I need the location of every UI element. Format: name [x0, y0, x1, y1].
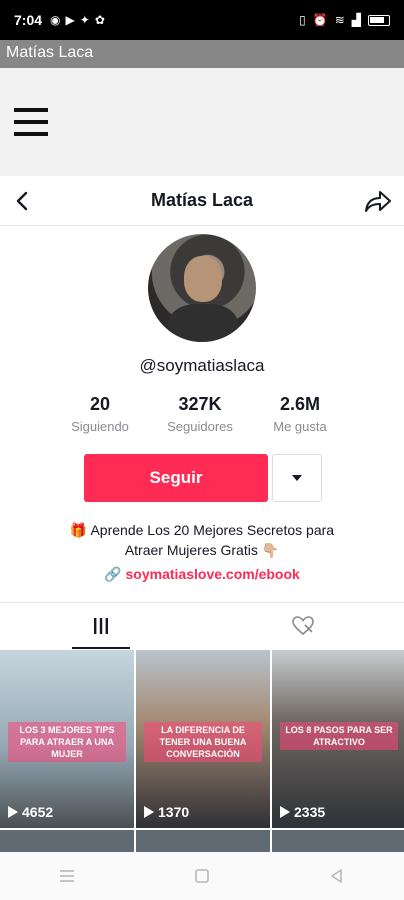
videos-grid-icon — [94, 618, 108, 634]
settings-icon: ✿ — [94, 13, 105, 27]
bio-link[interactable]: 🔗 soymatiaslove.com/ebook — [0, 566, 404, 583]
hamburger-menu-icon[interactable] — [14, 108, 48, 136]
bio-link-text: soymatiaslove.com/ebook — [125, 566, 300, 582]
system-navigation-bar — [0, 852, 404, 900]
profile-header: Matías Laca — [0, 176, 404, 226]
video-thumbnail[interactable]: LOS 3 MEJORES TIPS PARA ATRAER A UNA MUJ… — [0, 650, 134, 828]
video-views: 1370 — [144, 804, 189, 820]
view-count: 1370 — [158, 804, 190, 820]
twitter-icon: ✦ — [79, 13, 90, 27]
play-icon — [280, 806, 290, 818]
stat-value: 2.6M — [279, 394, 321, 414]
window-title: Matías Laca — [0, 40, 404, 68]
stat-label: Siguiendo — [71, 419, 129, 434]
youtube-icon: ▶ — [65, 13, 75, 27]
profile-stats: 20 Siguiendo 327K Seguidores 2.6M Me gus… — [50, 394, 350, 434]
video-grid-next-row — [0, 830, 404, 852]
video-grid: LOS 3 MEJORES TIPS PARA ATRAER A UNA MUJ… — [0, 650, 404, 828]
vibrate-icon: ▯ — [299, 13, 306, 27]
chevron-left-icon[interactable] — [12, 189, 34, 213]
home-icon[interactable] — [193, 867, 211, 885]
video-caption: LA DIFERENCIA DE TENER UNA BUENA CONVERS… — [144, 722, 262, 762]
video-thumbnail[interactable] — [136, 830, 270, 852]
video-thumbnail[interactable] — [0, 830, 134, 852]
app-toolbar — [0, 68, 404, 176]
page-title: Matías Laca — [150, 190, 254, 210]
bio-line: Atraer Mujeres Gratis 👇🏼 — [124, 542, 280, 558]
alarm-icon: ⏰ — [312, 13, 328, 27]
wifi-icon: ≋ — [334, 13, 345, 27]
bio: 🎁 Aprende Los 20 Mejores Secretos para A… — [0, 520, 404, 560]
view-count: 4652 — [22, 804, 54, 820]
profile-tabs — [0, 602, 404, 649]
recent-apps-icon[interactable] — [58, 867, 76, 885]
username: @soymatiaslaca — [139, 356, 265, 375]
video-thumbnail[interactable] — [272, 830, 404, 852]
battery-icon — [368, 14, 390, 26]
stat-likes[interactable]: 2.6M Me gusta — [250, 394, 350, 434]
play-icon — [144, 806, 154, 818]
avatar[interactable] — [148, 234, 256, 342]
video-thumbnail[interactable]: LA DIFERENCIA DE TENER UNA BUENA CONVERS… — [136, 650, 270, 828]
video-views: 2335 — [280, 804, 325, 820]
video-caption: LOS 3 MEJORES TIPS PARA ATRAER A UNA MUJ… — [8, 722, 126, 762]
caret-down-icon — [292, 475, 302, 481]
share-icon[interactable] — [364, 188, 392, 214]
stat-label: Seguidores — [167, 419, 233, 434]
whatsapp-icon: ◉ — [50, 13, 61, 27]
stat-label: Me gusta — [273, 419, 327, 434]
stat-followers[interactable]: 327K Seguidores — [150, 394, 250, 434]
bio-line: 🎁 Aprende Los 20 Mejores Secretos para — [69, 522, 335, 538]
video-views: 4652 — [8, 804, 53, 820]
back-triangle-icon[interactable] — [328, 867, 346, 885]
play-icon — [8, 806, 18, 818]
stat-value: 327K — [178, 394, 222, 414]
view-count: 2335 — [294, 804, 326, 820]
status-bar: 7:04 ◉ ▶ ✦ ✿ ▯ ⏰ ≋ ▟ — [0, 0, 404, 40]
signal-icon: ▟ — [351, 13, 361, 27]
system-icons: ▯ ⏰ ≋ ▟ — [299, 13, 390, 27]
notification-icons: ◉ ▶ ✦ ✿ — [50, 13, 105, 27]
more-options-button[interactable] — [272, 454, 322, 502]
status-time: 7:04 — [14, 12, 43, 28]
video-caption: LOS 8 PASOS PARA SER ATRACTIVO — [280, 722, 398, 750]
link-icon: 🔗 — [104, 566, 122, 582]
video-thumbnail[interactable]: LOS 8 PASOS PARA SER ATRACTIVO 2335 — [272, 650, 404, 828]
liked-heart-icon — [292, 616, 314, 636]
stat-following[interactable]: 20 Siguiendo — [50, 394, 150, 434]
tab-videos[interactable] — [0, 603, 202, 649]
follow-button[interactable]: Seguir — [84, 454, 268, 502]
tab-liked[interactable] — [202, 603, 404, 649]
stat-value: 20 — [89, 394, 111, 414]
